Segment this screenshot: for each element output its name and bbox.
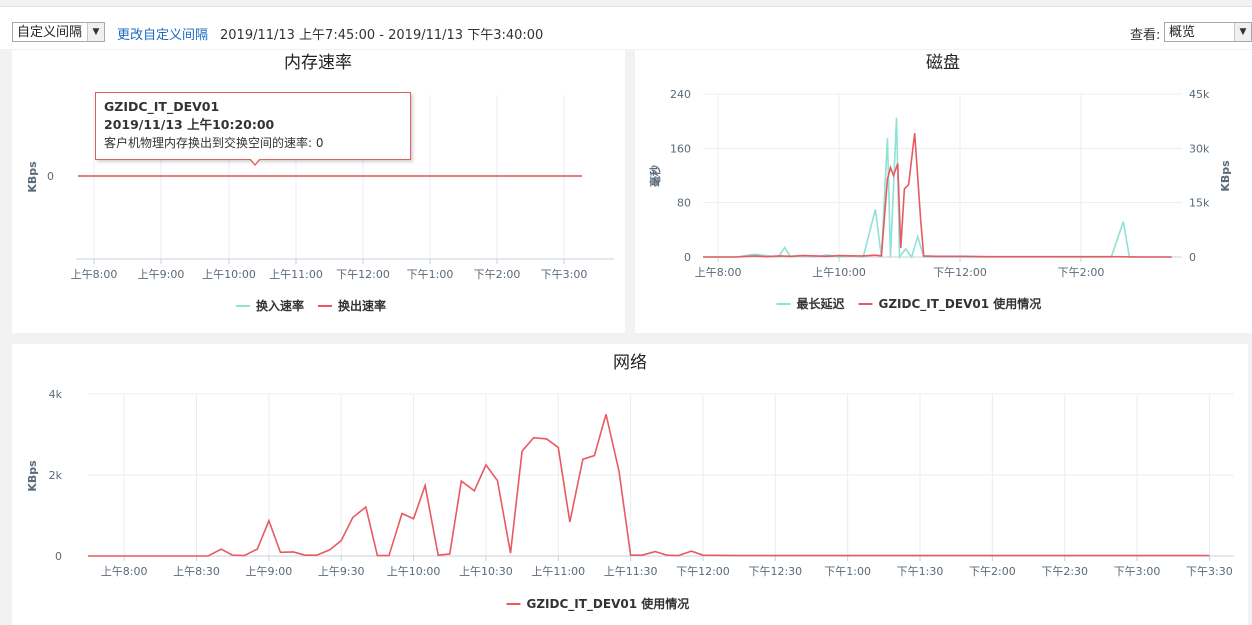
y-tick-label: 4k: [49, 388, 63, 401]
disk-panel: 磁盘 240 160 80 0 45k 30k 15k 0 上午8:00 上午10:00 下午12:0…: [635, 50, 1252, 333]
tooltip-line: 客户机物理内存换出到交换空间的速率: 0: [104, 136, 324, 150]
interval-select[interactable]: 自定义间隔 ▼: [12, 22, 105, 42]
y-right-axis-label: KBps: [1219, 160, 1232, 192]
x-tick-label: 上午8:00: [71, 268, 118, 281]
y-left-tick-label: 160: [670, 142, 691, 155]
view-select-value: 概览: [1169, 25, 1196, 40]
x-tick-label: 上午9:00: [138, 268, 185, 281]
y-tick-label: 0: [47, 170, 54, 183]
y-right-tick-label: 0: [1189, 251, 1196, 264]
top-border: [0, 0, 1252, 7]
x-tick-label: 上午11:00: [531, 565, 585, 578]
y-right-tick-label: 30k: [1189, 142, 1210, 155]
x-tick-label: 上午11:00: [269, 268, 323, 281]
x-tick-label: 下午1:30: [897, 565, 944, 578]
legend-item: GZIDC_IT_DEV01 使用情况: [879, 296, 1042, 312]
legend-item: GZIDC_IT_DEV01 使用情况: [527, 596, 690, 612]
x-tick-label: 下午12:00: [336, 268, 390, 281]
x-tick-label: 上午8:30: [173, 565, 220, 578]
legend-item: 换入速率: [256, 298, 304, 313]
y-tick-label: 2k: [49, 469, 63, 482]
x-tick-label: 上午10:00: [812, 266, 866, 279]
view-label: 查看:: [1130, 28, 1161, 43]
y-tick-label: 0: [55, 550, 62, 563]
x-tick-label: 上午10:00: [202, 268, 256, 281]
y-axis-label: KBps: [26, 161, 39, 193]
chevron-down-icon: ▼: [87, 23, 104, 41]
series-line: [703, 133, 1172, 258]
x-tick-label: 上午8:00: [101, 565, 148, 578]
x-tick-label: 下午2:00: [474, 268, 521, 281]
series-line: [703, 117, 1172, 260]
network-panel: 网络 4k 2k 0 上午8:00 上午8:30 上午9:00 上午9:30 上午10:00 上午…: [12, 344, 1248, 625]
tooltip-caret: [249, 158, 261, 166]
y-right-tick-label: 15k: [1189, 197, 1210, 210]
y-left-tick-label: 80: [677, 197, 691, 210]
y-right-tick-label: 45k: [1189, 88, 1210, 101]
toolbar: 自定义间隔 ▼ 更改自定义间隔 2019/11/13 上午7:45:00 - 2…: [0, 7, 1252, 49]
x-tick-label: 上午10:30: [459, 565, 513, 578]
disk-chart: 磁盘 240 160 80 0 45k 30k 15k 0 上午8:00 上午10:00 下午12:0…: [648, 53, 1232, 312]
series-line: [88, 414, 1210, 557]
chart-title: 网络: [613, 353, 647, 373]
x-tick-label: 上午9:00: [246, 565, 293, 578]
chevron-down-icon: ▼: [1234, 23, 1251, 41]
x-tick-label: 下午2:00: [969, 565, 1016, 578]
x-tick-label: 上午8:00: [695, 266, 742, 279]
x-tick-label: 下午2:30: [1041, 565, 1088, 578]
x-tick-label: 下午3:00: [1114, 565, 1161, 578]
x-tick-label: 下午2:00: [1058, 266, 1105, 279]
x-tick-label: 下午12:00: [676, 565, 730, 578]
change-interval-link[interactable]: 更改自定义间隔: [117, 24, 208, 43]
time-range: 2019/11/13 上午7:45:00 - 2019/11/13 下午3:40…: [220, 28, 544, 43]
chart-title: 磁盘: [926, 53, 960, 73]
legend-item: 最长延迟: [797, 296, 845, 311]
x-tick-label: 下午3:00: [541, 268, 588, 281]
y-left-axis-label: 毫秒: [648, 165, 662, 187]
tooltip-title: GZIDC_IT_DEV01: [104, 99, 220, 114]
network-chart: 网络 4k 2k 0 上午8:00 上午8:30 上午9:00 上午9:30 上午10:00 上午…: [26, 353, 1234, 612]
chart-title: 内存速率: [284, 53, 352, 73]
x-tick-label: 下午1:00: [824, 565, 871, 578]
y-left-tick-label: 0: [684, 251, 691, 264]
x-tick-label: 上午9:30: [318, 565, 365, 578]
x-tick-label: 上午11:30: [604, 565, 658, 578]
x-tick-label: 下午1:00: [407, 268, 454, 281]
y-left-tick-label: 240: [670, 88, 691, 101]
tooltip-time: 2019/11/13 上午10:20:00: [104, 117, 275, 132]
legend-item: 换出速率: [338, 298, 386, 313]
x-tick-label: 下午12:30: [748, 565, 802, 578]
memory-tooltip: GZIDC_IT_DEV01 2019/11/13 上午10:20:00 客户机…: [95, 92, 411, 160]
x-tick-label: 下午3:30: [1186, 565, 1233, 578]
y-axis-label: KBps: [26, 460, 39, 492]
view-select[interactable]: 概览 ▼: [1164, 22, 1252, 42]
interval-select-value: 自定义间隔: [17, 25, 83, 40]
x-tick-label: 下午12:00: [933, 266, 987, 279]
x-tick-label: 上午10:00: [387, 565, 441, 578]
